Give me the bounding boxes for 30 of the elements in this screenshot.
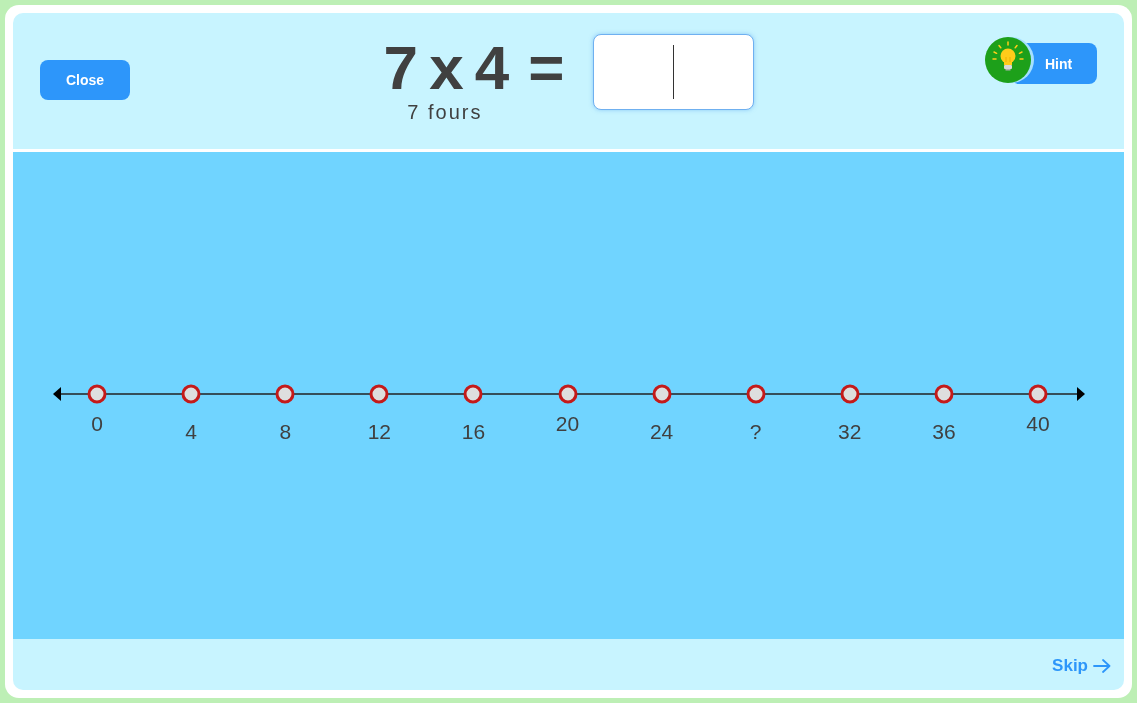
point-label: 8 [279, 420, 292, 444]
arrow-right-icon [1093, 659, 1111, 673]
point-label: 32 [838, 420, 862, 444]
point-marker-icon [933, 384, 954, 404]
point-marker-icon [87, 384, 108, 404]
point-label: 20 [555, 412, 580, 436]
point-label: 12 [367, 420, 391, 444]
point-label: 4 [185, 420, 197, 444]
skip-link[interactable]: Skip [1052, 656, 1111, 676]
point-label: 0 [91, 412, 103, 436]
point-marker-icon [1028, 384, 1048, 404]
point-marker-icon [181, 384, 202, 404]
expression-subtitle: 7 fours [407, 100, 483, 124]
point-label: 24 [649, 420, 674, 444]
point-label: 36 [932, 420, 956, 444]
point-marker-icon [745, 384, 766, 404]
point-marker-icon [651, 384, 672, 404]
point-marker-icon [275, 384, 296, 404]
point-label: ? [749, 420, 762, 444]
multiplication-expression: 7 x 4 [383, 37, 507, 99]
answer-field[interactable] [592, 34, 754, 110]
equals-sign: = [528, 37, 565, 99]
point-marker-icon [839, 384, 860, 404]
point-marker-icon [369, 384, 390, 404]
close-button[interactable]: Close [40, 60, 130, 100]
point-marker-icon [463, 384, 484, 404]
point-label: 16 [461, 420, 486, 444]
point-label: 40 [1026, 412, 1050, 436]
point-marker-icon [557, 384, 578, 404]
lightbulb-icon [985, 36, 1035, 84]
